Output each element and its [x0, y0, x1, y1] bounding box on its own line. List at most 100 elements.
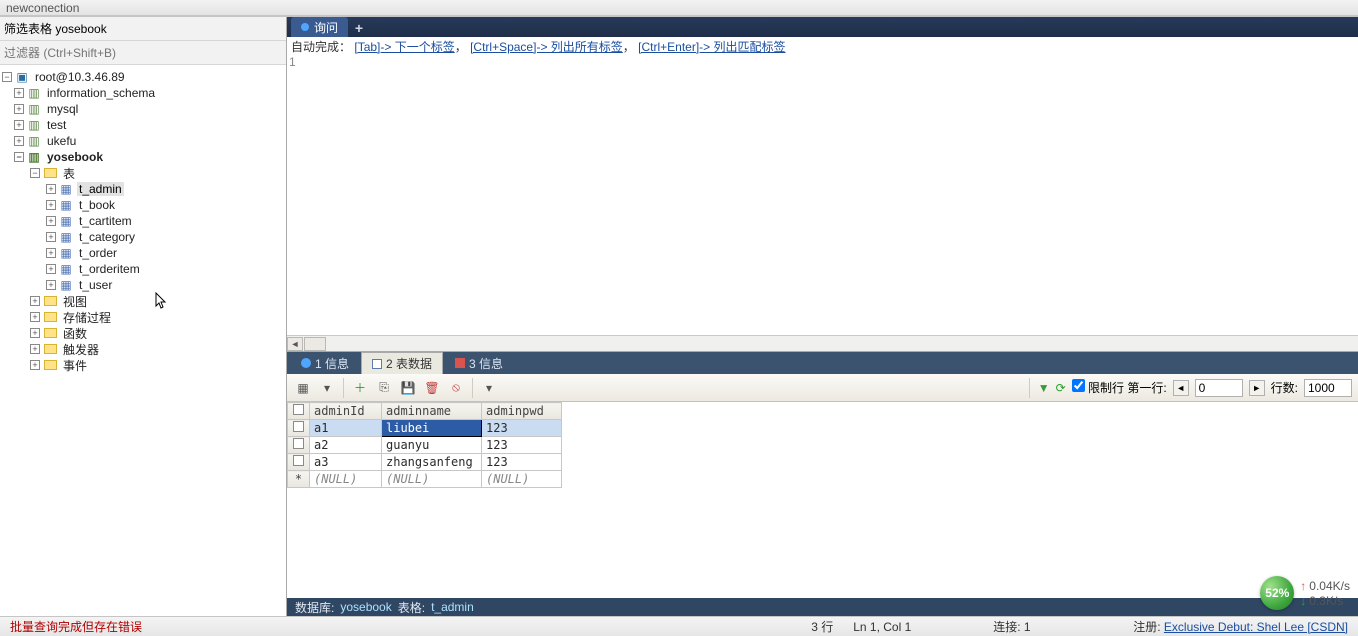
h-scrollbar[interactable]: ◄: [287, 335, 1358, 351]
cell[interactable]: a1: [310, 420, 382, 437]
table-node-t_user[interactable]: +▦t_user: [0, 277, 286, 293]
first-row-prev[interactable]: ◄: [1173, 380, 1189, 396]
view-form-button[interactable]: ▾: [317, 378, 337, 398]
folder-icon: [43, 342, 57, 356]
status-reg-link[interactable]: Exclusive Debut: Shel Lee [CSDN]: [1164, 620, 1348, 634]
collapse-icon[interactable]: −: [14, 152, 24, 162]
view-grid-button[interactable]: ▦: [293, 378, 313, 398]
object-tree[interactable]: − ▣ root@10.3.46.89 +▥information_schema…: [0, 65, 286, 616]
database-icon: ▥: [27, 150, 41, 164]
cell[interactable]: a2: [310, 437, 382, 454]
tables-folder[interactable]: −表: [0, 165, 286, 181]
expand-icon[interactable]: +: [46, 200, 56, 210]
table-row[interactable]: a2 guanyu 123: [288, 437, 562, 454]
tab-tabledata[interactable]: 2 表数据: [361, 352, 443, 374]
col-adminpwd[interactable]: adminpwd: [482, 403, 562, 420]
scroll-thumb[interactable]: [304, 337, 326, 351]
expand-icon[interactable]: +: [14, 136, 24, 146]
table-row[interactable]: a1 liubei 123: [288, 420, 562, 437]
events-folder[interactable]: +事件: [0, 357, 286, 373]
result-tabstrip: 1 信息 2 表数据 3 信息: [287, 352, 1358, 374]
table-node-t_orderitem[interactable]: +▦t_orderitem: [0, 261, 286, 277]
cell-focused[interactable]: liubei: [382, 420, 482, 437]
sql-editor[interactable]: 1: [287, 55, 1358, 335]
limit-checkbox[interactable]: 限制行 第一行:: [1072, 379, 1167, 396]
views-folder[interactable]: +视图: [0, 293, 286, 309]
expand-icon[interactable]: +: [46, 232, 56, 242]
first-row-input[interactable]: [1195, 379, 1243, 397]
server-node[interactable]: − ▣ root@10.3.46.89: [0, 69, 286, 85]
db-node-yosebook[interactable]: −▥yosebook: [0, 149, 286, 165]
expand-icon[interactable]: +: [30, 360, 40, 370]
collapse-icon[interactable]: −: [2, 72, 12, 82]
tab-info3[interactable]: 3 信息: [445, 352, 513, 374]
expand-icon[interactable]: +: [14, 88, 24, 98]
procedures-folder[interactable]: +存储过程: [0, 309, 286, 325]
table-icon: ▦: [59, 182, 73, 196]
expand-icon[interactable]: +: [30, 344, 40, 354]
db-node-ukefu[interactable]: +▥ukefu: [0, 133, 286, 149]
filter-table-input[interactable]: [4, 22, 282, 36]
query-tab[interactable]: 询问: [291, 17, 348, 37]
row-checkbox[interactable]: [288, 437, 310, 454]
tab-info1[interactable]: 1 信息: [291, 352, 359, 374]
table-node-t_book[interactable]: +▦t_book: [0, 197, 286, 213]
table-node-t_category[interactable]: +▦t_category: [0, 229, 286, 245]
functions-folder[interactable]: +函数: [0, 325, 286, 341]
delete-row-button[interactable]: 🗑: [422, 378, 442, 398]
query-tabstrip: 询问 +: [287, 17, 1358, 37]
cell-null[interactable]: (NULL): [382, 471, 482, 488]
expand-icon[interactable]: +: [14, 120, 24, 130]
table-node-t_order[interactable]: +▦t_order: [0, 245, 286, 261]
refresh-icon[interactable]: ⟳: [1056, 381, 1066, 395]
cell[interactable]: guanyu: [382, 437, 482, 454]
save-button[interactable]: 💾: [398, 378, 418, 398]
cancel-button[interactable]: ⦸: [446, 378, 466, 398]
db-value: yosebook: [340, 600, 391, 614]
cell[interactable]: 123: [482, 437, 562, 454]
table-icon: ▦: [59, 214, 73, 228]
data-grid[interactable]: adminId adminname adminpwd a1 liubei 123…: [287, 402, 1358, 598]
expand-icon[interactable]: +: [14, 104, 24, 114]
cell[interactable]: zhangsanfeng: [382, 454, 482, 471]
cell-null[interactable]: (NULL): [482, 471, 562, 488]
table-row-new[interactable]: * (NULL) (NULL) (NULL): [288, 471, 562, 488]
expand-icon[interactable]: +: [30, 328, 40, 338]
filter-input[interactable]: [4, 46, 282, 60]
add-tab-button[interactable]: +: [350, 19, 368, 37]
db-node-mysql[interactable]: +▥mysql: [0, 101, 286, 117]
filter-icon[interactable]: ▼: [1038, 381, 1050, 395]
expand-icon[interactable]: +: [30, 296, 40, 306]
table-node-t_cartitem[interactable]: +▦t_cartitem: [0, 213, 286, 229]
col-adminname[interactable]: adminname: [382, 403, 482, 420]
row-checkbox[interactable]: [288, 454, 310, 471]
duplicate-row-button[interactable]: ⎘: [374, 378, 394, 398]
expand-icon[interactable]: +: [46, 280, 56, 290]
add-row-button[interactable]: ＋: [350, 378, 370, 398]
rowcount-input[interactable]: [1304, 379, 1352, 397]
first-row-next[interactable]: ►: [1249, 380, 1265, 396]
expand-icon[interactable]: +: [30, 312, 40, 322]
collapse-icon[interactable]: −: [30, 168, 40, 178]
expand-icon[interactable]: +: [46, 264, 56, 274]
export-button[interactable]: ▾: [479, 378, 499, 398]
row-checkbox[interactable]: [288, 420, 310, 437]
table-node-t_admin[interactable]: +▦t_admin: [0, 181, 286, 197]
cell-null[interactable]: (NULL): [310, 471, 382, 488]
expand-icon[interactable]: +: [46, 216, 56, 226]
select-all-checkbox[interactable]: [288, 403, 310, 420]
cell[interactable]: 123: [482, 420, 562, 437]
table-row[interactable]: a3 zhangsanfeng 123: [288, 454, 562, 471]
expand-icon[interactable]: +: [46, 184, 56, 194]
hint-link[interactable]: [Ctrl+Space]-> 列出所有标签: [470, 40, 623, 54]
scroll-left-icon[interactable]: ◄: [287, 337, 303, 351]
expand-icon[interactable]: +: [46, 248, 56, 258]
db-node-test[interactable]: +▥test: [0, 117, 286, 133]
col-adminId[interactable]: adminId: [310, 403, 382, 420]
hint-link[interactable]: [Ctrl+Enter]-> 列出匹配标签: [638, 40, 785, 54]
triggers-folder[interactable]: +触发器: [0, 341, 286, 357]
db-node-information_schema[interactable]: +▥information_schema: [0, 85, 286, 101]
cell[interactable]: a3: [310, 454, 382, 471]
cell[interactable]: 123: [482, 454, 562, 471]
hint-link[interactable]: [Tab]-> 下一个标签: [354, 40, 454, 54]
